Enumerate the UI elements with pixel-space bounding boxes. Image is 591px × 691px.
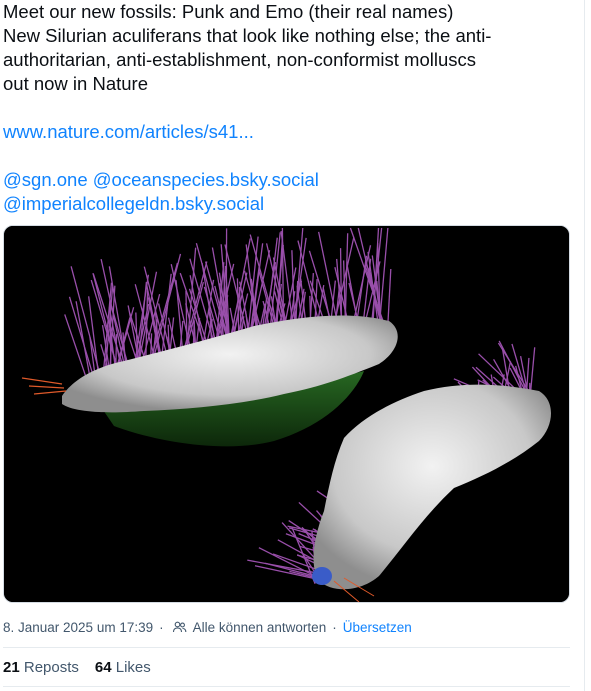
post-text: Meet our new fossils: Punk and Emo (thei… (3, 0, 568, 216)
mentions-line-1[interactable]: @sgn.one @oceanspecies.bsky.social (3, 169, 319, 190)
column-border (584, 0, 585, 691)
post: Meet our new fossils: Punk and Emo (thei… (0, 0, 591, 691)
likes-stat[interactable]: 64 Likes (95, 659, 151, 676)
fossil-render (4, 226, 569, 602)
post-text-line: Meet our new fossils: Punk and Emo (thei… (3, 1, 454, 22)
divider (3, 686, 570, 687)
separator: · (332, 620, 337, 635)
reposts-count: 21 (3, 659, 20, 676)
likes-label: Likes (115, 659, 151, 676)
likes-count: 64 (94, 659, 112, 676)
reposts-stat[interactable]: 21 Reposts (3, 659, 79, 676)
reply-setting[interactable]: Alle können antworten (193, 620, 327, 635)
people-icon (172, 620, 187, 635)
divider (3, 647, 570, 648)
post-image[interactable] (3, 225, 570, 603)
translate-button[interactable]: Übersetzen (343, 620, 412, 635)
reposts-label: Reposts (23, 659, 79, 676)
article-link[interactable]: www.nature.com/articles/s41... (3, 121, 254, 142)
timestamp[interactable]: 8. Januar 2025 um 17:39 (3, 620, 153, 635)
post-text-line: New Silurian aculiferans that look like … (3, 25, 492, 46)
post-text-line: authoritarian, anti-establishment, non-c… (3, 49, 476, 70)
mentions-line-2[interactable]: @imperialcollegeldn.bsky.social (3, 193, 264, 214)
separator: · (159, 620, 164, 635)
post-meta: 8. Januar 2025 um 17:39 · Alle können an… (3, 620, 412, 635)
post-text-line: out now in Nature (3, 73, 149, 94)
post-stats: 21 Reposts 64 Likes (3, 659, 151, 676)
